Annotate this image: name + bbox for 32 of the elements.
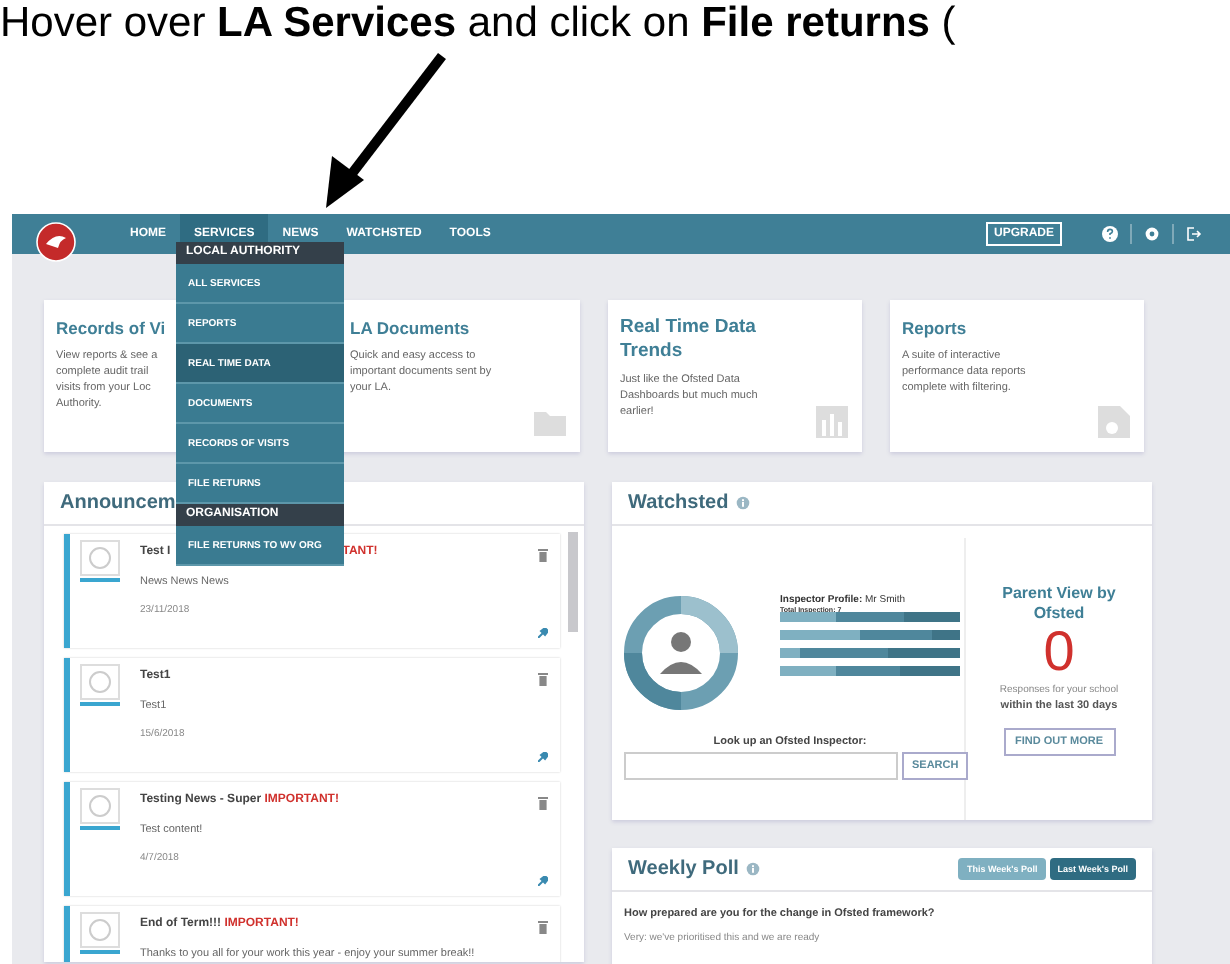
trash-icon[interactable] [538, 920, 548, 934]
panel-title: Weekly Poll [628, 858, 739, 880]
settings-icon[interactable] [1144, 226, 1160, 242]
inspector-search-field[interactable] [624, 752, 898, 780]
logo-icon[interactable] [36, 222, 76, 262]
pin-icon[interactable] [538, 876, 548, 886]
panel-title: Announcem [60, 492, 176, 514]
avatar-icon [80, 664, 120, 708]
trash-icon[interactable] [538, 796, 548, 810]
panel-title: Watchsted [628, 492, 729, 514]
avatar-icon [80, 912, 120, 956]
card-title: Reports [902, 316, 967, 340]
logout-icon[interactable] [1186, 226, 1202, 242]
avatar-icon [80, 540, 120, 584]
response-count: 0 [1043, 624, 1075, 680]
trash-icon[interactable] [538, 672, 548, 686]
instruction-text: Hover over LA Services and click on File returns ( [0, 0, 956, 48]
report-icon [1096, 404, 1132, 440]
avatar-icon [80, 788, 120, 832]
trash-icon[interactable] [538, 548, 548, 562]
pin-icon[interactable] [538, 628, 548, 638]
pin-icon[interactable] [538, 752, 548, 762]
card-title: Records of Vi [56, 316, 166, 340]
parent-view-title: Parent View by Ofsted [1000, 584, 1118, 624]
card-title: LA Documents [350, 316, 470, 340]
scrollbar-thumb[interactable] [568, 532, 578, 632]
card-title: Real Time Data Trends [620, 316, 758, 364]
help-icon[interactable] [1102, 226, 1118, 242]
info-icon [736, 496, 751, 510]
bar-chart-icon [814, 404, 850, 440]
inspector-donut-drawing [624, 596, 738, 710]
info-icon [746, 862, 761, 876]
